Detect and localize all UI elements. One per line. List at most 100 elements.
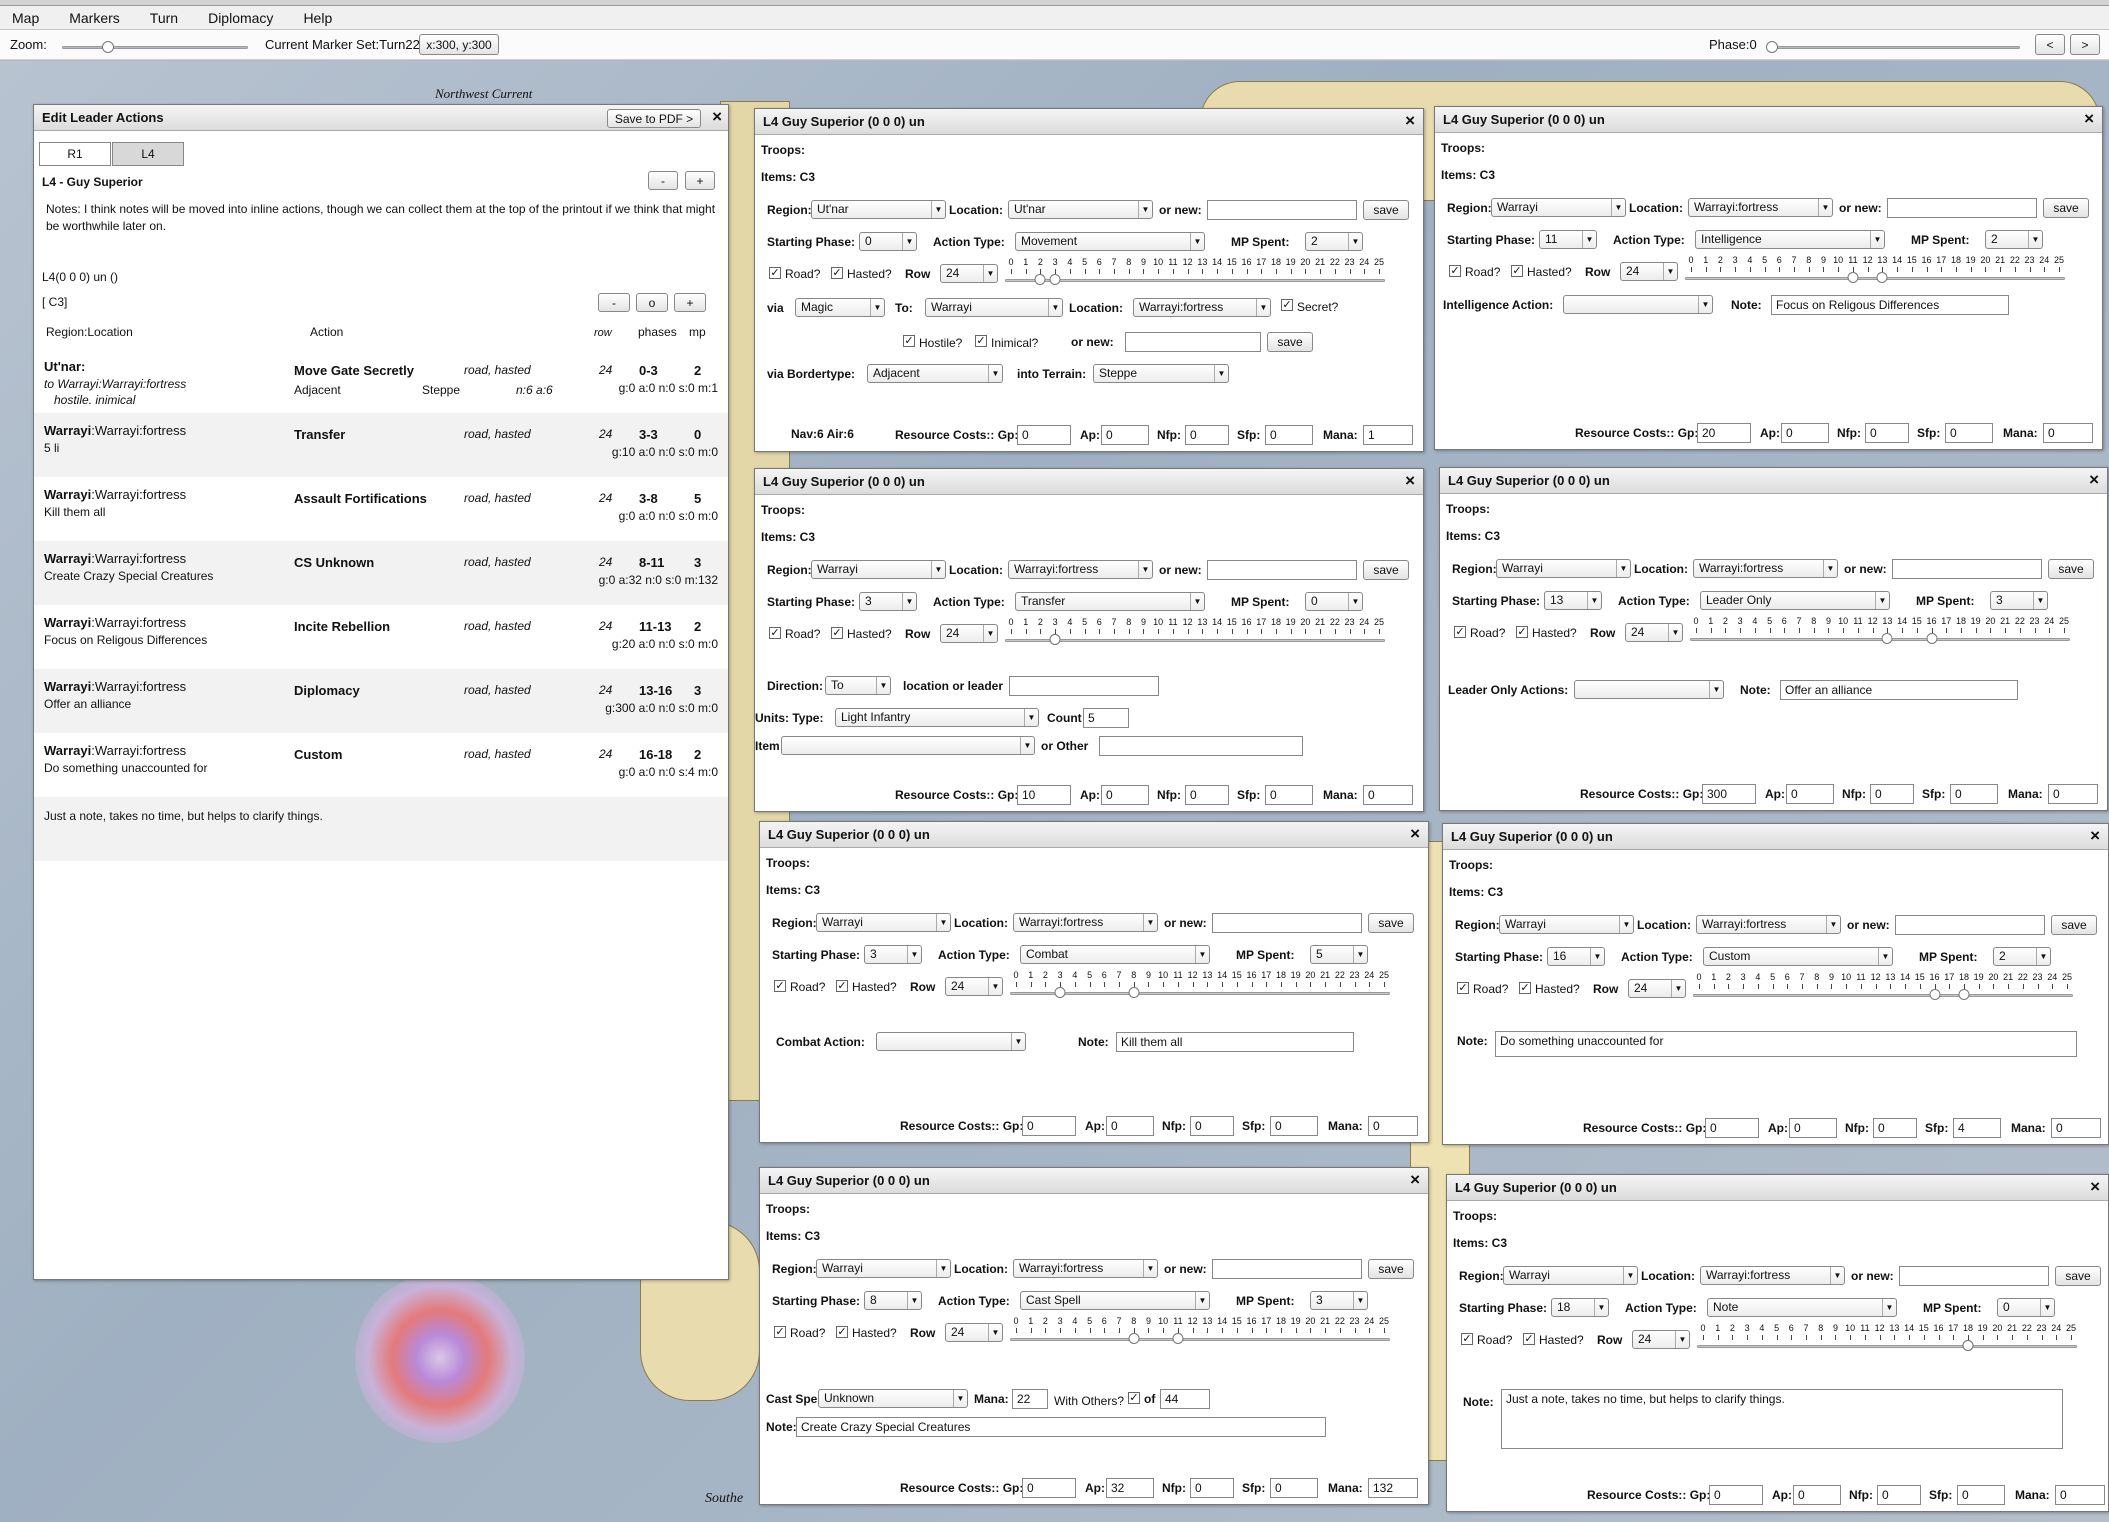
- note-input[interactable]: Offer an alliance: [1780, 680, 2018, 700]
- sub-action-select[interactable]: ▼: [1563, 295, 1713, 314]
- ap-input[interactable]: 0: [1101, 785, 1149, 805]
- mp-spent-select[interactable]: 2 ▼: [1985, 230, 2043, 249]
- save-button[interactable]: save: [1368, 1259, 1414, 1279]
- region-select[interactable]: Warrayi ▼: [1496, 559, 1631, 578]
- nfp-input[interactable]: 0: [1185, 425, 1229, 445]
- gp-input[interactable]: 10: [1017, 785, 1071, 805]
- spell-mana-input[interactable]: 22: [1012, 1389, 1048, 1409]
- close-icon[interactable]: ×: [1405, 112, 1415, 129]
- note-input[interactable]: Focus on Religous Differences: [1771, 295, 2009, 315]
- ap-input[interactable]: 0: [1106, 1116, 1154, 1136]
- nfp-input[interactable]: 0: [1865, 423, 1909, 443]
- action-row[interactable]: Warrayi:Warrayi:fortress Kill them all Ass…: [34, 477, 728, 541]
- close-icon[interactable]: ×: [1405, 472, 1415, 489]
- close-icon[interactable]: ×: [1410, 825, 1420, 842]
- mp-spent-select[interactable]: 5 ▼: [1310, 945, 1368, 964]
- region-select[interactable]: Warrayi ▼: [816, 913, 951, 932]
- gp-input[interactable]: 0: [1709, 1485, 1763, 1505]
- action-row[interactable]: Warrayi:Warrayi:fortress Focus on Religou…: [34, 605, 728, 669]
- slider-track[interactable]: [1010, 1338, 1390, 1341]
- slider-start-knob[interactable]: [1128, 1333, 1140, 1344]
- new-location-input[interactable]: [1899, 1266, 2049, 1286]
- phase-slider-knob[interactable]: [1766, 41, 1778, 53]
- row-select[interactable]: 24 ▼: [945, 977, 1003, 996]
- sfp-input[interactable]: 0: [1945, 423, 1993, 443]
- location-leader-input[interactable]: [1009, 676, 1159, 696]
- gp-input[interactable]: 0: [1705, 1118, 1759, 1138]
- plus-button[interactable]: +: [685, 171, 715, 190]
- action-row[interactable]: Warrayi:Warrayi:fortress Do something una…: [34, 733, 728, 797]
- next-phase-button[interactable]: >: [2070, 34, 2100, 55]
- slider-track[interactable]: [1697, 1345, 2077, 1348]
- slider-track[interactable]: [1685, 277, 2065, 280]
- hasted-checkbox[interactable]: ✓: [831, 267, 843, 279]
- region-select[interactable]: Warrayi ▼: [1503, 1266, 1638, 1285]
- save-button[interactable]: save: [1267, 332, 1313, 352]
- action-row[interactable]: Warrayi:Warrayi:fortress 5 li Transfer road…: [34, 413, 728, 477]
- mana-input[interactable]: 0: [2051, 1118, 2101, 1138]
- location-select[interactable]: Warrayi:fortress ▼: [1696, 915, 1841, 934]
- row-select[interactable]: 24 ▼: [1632, 1330, 1690, 1349]
- slider-track[interactable]: [1005, 279, 1385, 282]
- slider-track[interactable]: [1693, 994, 2073, 997]
- ap-input[interactable]: 0: [1101, 425, 1149, 445]
- starting-phase-select[interactable]: 11 ▼: [1539, 230, 1597, 249]
- nfp-input[interactable]: 0: [1190, 1116, 1234, 1136]
- phase-range-slider[interactable]: 0 1 2 3 4 5 6 7 8 9 10 11 12 13 14 15 16 17 18 19 20 21 22 23 24…: [1693, 972, 2073, 1002]
- action-type-select[interactable]: Intelligence ▼: [1695, 230, 1885, 249]
- road-checkbox[interactable]: ✓: [1457, 982, 1469, 994]
- slider-end-knob[interactable]: [1962, 1340, 1974, 1351]
- road-checkbox[interactable]: ✓: [774, 1326, 786, 1338]
- save-button[interactable]: save: [2051, 915, 2097, 935]
- tab-r1[interactable]: R1: [39, 142, 111, 166]
- save-button[interactable]: save: [1363, 200, 1409, 220]
- close-icon[interactable]: ×: [2089, 471, 2099, 488]
- sfp-input[interactable]: 0: [1265, 785, 1313, 805]
- row-select[interactable]: 24 ▼: [1628, 979, 1686, 998]
- to-select[interactable]: Warrayi ▼: [925, 298, 1063, 317]
- slider-start-knob[interactable]: [1881, 633, 1893, 644]
- slider-start-knob[interactable]: [1054, 987, 1066, 998]
- mp-spent-select[interactable]: 0 ▼: [1305, 592, 1363, 611]
- new-location-input[interactable]: [1887, 198, 2037, 218]
- location-select[interactable]: Warrayi:fortress ▼: [1008, 560, 1153, 579]
- count-input[interactable]: 5: [1083, 708, 1129, 728]
- ap-input[interactable]: 0: [1789, 1118, 1837, 1138]
- slider-end-knob[interactable]: [1172, 1333, 1184, 1344]
- nfp-input[interactable]: 0: [1185, 785, 1229, 805]
- new-location-input[interactable]: [1212, 913, 1362, 933]
- hasted-checkbox[interactable]: ✓: [1511, 265, 1523, 277]
- slider-end-knob[interactable]: [1926, 633, 1938, 644]
- mp-spent-select[interactable]: 3 ▼: [1990, 591, 2048, 610]
- action-type-select[interactable]: Leader Only ▼: [1700, 591, 1890, 610]
- road-checkbox[interactable]: ✓: [769, 627, 781, 639]
- row-select[interactable]: 24 ▼: [940, 624, 998, 643]
- sfp-input[interactable]: 0: [1265, 425, 1313, 445]
- location-select[interactable]: Ut'nar ▼: [1008, 200, 1153, 219]
- nfp-input[interactable]: 0: [1190, 1478, 1234, 1498]
- sfp-input[interactable]: 4: [1953, 1118, 2001, 1138]
- action-type-select[interactable]: Combat ▼: [1020, 945, 1210, 964]
- row-plus-button[interactable]: +: [674, 293, 706, 312]
- zoom-slider-knob[interactable]: [102, 41, 114, 53]
- hasted-checkbox[interactable]: ✓: [1523, 1333, 1535, 1345]
- hasted-checkbox[interactable]: ✓: [831, 627, 843, 639]
- row-zero-button[interactable]: o: [636, 293, 668, 312]
- gp-input[interactable]: 0: [1017, 425, 1071, 445]
- mana-input[interactable]: 0: [2043, 423, 2093, 443]
- sfp-input[interactable]: 0: [1950, 784, 1998, 804]
- road-checkbox[interactable]: ✓: [1461, 1333, 1473, 1345]
- action-row[interactable]: Ut'nar: to Warrayi:Warrayi:fortress hostil…: [34, 349, 728, 413]
- action-row[interactable]: Warrayi:Warrayi:fortress Offer an allianc…: [34, 669, 728, 733]
- starting-phase-select[interactable]: 13 ▼: [1544, 591, 1602, 610]
- slider-track[interactable]: [1690, 638, 2070, 641]
- slider-end-knob[interactable]: [1128, 987, 1140, 998]
- location-select[interactable]: Warrayi:fortress ▼: [1688, 198, 1833, 217]
- slider-end-knob[interactable]: [1876, 272, 1888, 283]
- new-location-input[interactable]: [1207, 560, 1357, 580]
- starting-phase-select[interactable]: 18 ▼: [1551, 1298, 1609, 1317]
- terrain-select[interactable]: Steppe ▼: [1093, 364, 1229, 383]
- ap-input[interactable]: 0: [1781, 423, 1829, 443]
- mana-input[interactable]: 132: [1368, 1478, 1418, 1498]
- close-icon[interactable]: ×: [1410, 1171, 1420, 1188]
